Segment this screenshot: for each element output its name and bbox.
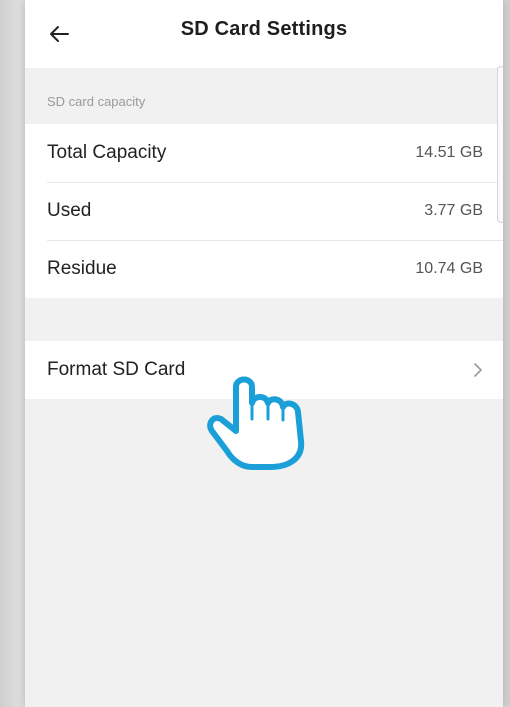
- used-label: Used: [47, 200, 92, 221]
- phone-screen: SD Card Settings SD card capacity Total …: [25, 0, 503, 707]
- capacity-card: Total Capacity 14.51 GB Used 3.77 GB Res…: [25, 124, 503, 298]
- chevron-right-icon: [474, 363, 482, 377]
- used-value: 3.77 GB: [424, 202, 483, 219]
- row-used: Used 3.77 GB: [25, 182, 503, 240]
- residue-value: 10.74 GB: [415, 260, 483, 277]
- format-sd-card-label: Format SD Card: [47, 359, 186, 380]
- app-header: SD Card Settings: [25, 0, 503, 68]
- section-label-capacity: SD card capacity: [25, 68, 503, 124]
- row-total-capacity: Total Capacity 14.51 GB: [25, 124, 503, 182]
- residue-label: Residue: [47, 258, 117, 279]
- pointing-hand-icon: [207, 376, 305, 470]
- total-capacity-value: 14.51 GB: [415, 144, 483, 161]
- row-residue: Residue 10.74 GB: [25, 240, 503, 298]
- page-title: SD Card Settings: [180, 18, 348, 40]
- scrollbar[interactable]: [497, 66, 503, 223]
- total-capacity-label: Total Capacity: [47, 142, 167, 163]
